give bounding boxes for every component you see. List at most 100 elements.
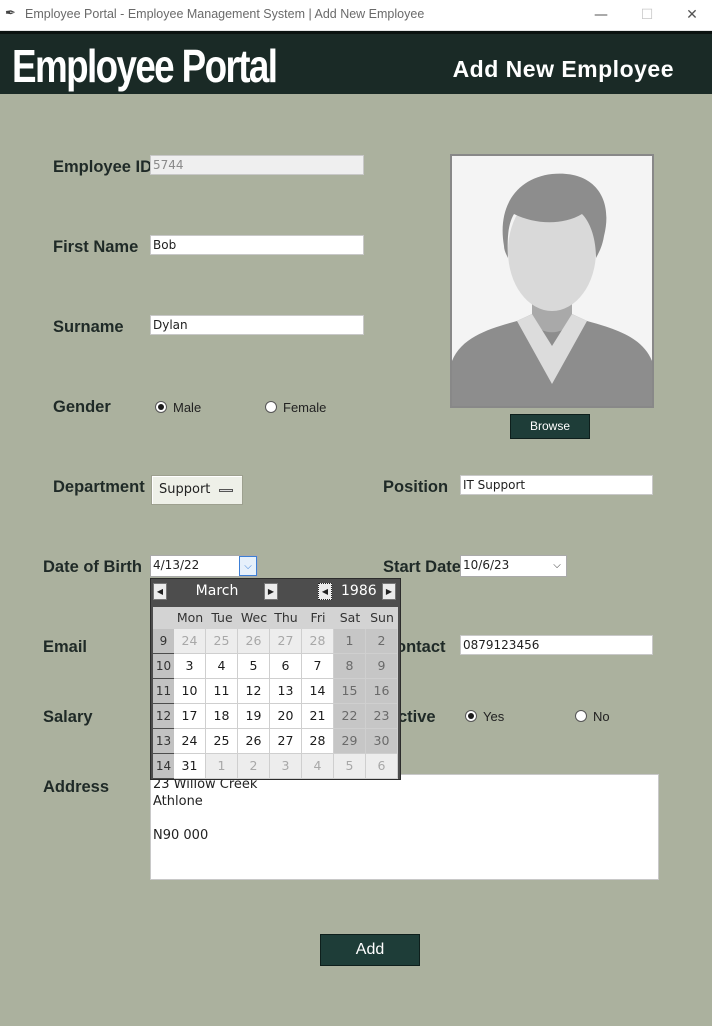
address-label: Address	[43, 778, 110, 796]
address-textarea[interactable]: 23 Willow Creek Athlone N90 000	[150, 774, 659, 880]
calendar-day[interactable]: 13	[270, 679, 302, 704]
calendar-day[interactable]: 27	[270, 629, 302, 654]
calendar-day[interactable]: 12	[238, 679, 270, 704]
weekday-header: Sat	[334, 607, 366, 629]
calendar-day[interactable]: 16	[366, 679, 398, 704]
active-label: ctive	[398, 708, 436, 726]
department-value: Support	[159, 482, 211, 497]
calendar-day[interactable]: 27	[270, 729, 302, 754]
avatar-placeholder-icon	[452, 156, 652, 406]
dropdown-indicator-icon	[219, 489, 233, 492]
weekday-header: Sun	[366, 607, 398, 629]
next-month-icon[interactable]: ▶	[264, 583, 278, 600]
calendar-day[interactable]: 5	[238, 654, 270, 679]
calendar-day[interactable]: 2	[366, 629, 398, 654]
email-label: Email	[43, 638, 88, 656]
close-button[interactable]: ✕	[669, 0, 712, 30]
calendar-day[interactable]: 4	[206, 654, 238, 679]
surname-field[interactable]: Dylan	[150, 315, 364, 335]
calendar-day[interactable]: 21	[302, 704, 334, 729]
calendar-day[interactable]: 19	[238, 704, 270, 729]
gender-label: Gender	[53, 398, 111, 416]
calendar-day[interactable]: 24	[174, 729, 206, 754]
start-date-picker[interactable]: 10/6/23 ⌵	[460, 555, 567, 577]
position-field[interactable]: IT Support	[460, 475, 653, 495]
browse-button[interactable]: Browse	[510, 414, 590, 439]
maximize-button[interactable]: ☐	[624, 0, 670, 30]
calendar-day[interactable]: 22	[334, 704, 366, 729]
calendar-day[interactable]: 30	[366, 729, 398, 754]
week-number: 11	[153, 679, 174, 703]
address-line: N90 000	[153, 828, 209, 843]
calendar-day[interactable]: 8	[334, 654, 366, 679]
calendar-day[interactable]: 17	[174, 704, 206, 729]
calendar-day[interactable]: 6	[366, 754, 398, 779]
next-year-icon[interactable]: ▶	[382, 583, 396, 600]
calendar-day[interactable]: 15	[334, 679, 366, 704]
active-yes-radio[interactable]: Yes	[465, 709, 504, 725]
position-label: Position	[383, 478, 449, 496]
week-number: 13	[153, 729, 174, 753]
department-select[interactable]: Support	[151, 475, 243, 505]
weekday-header: Mon	[174, 607, 206, 629]
address-line	[153, 810, 656, 827]
calendar-day[interactable]: 31	[174, 754, 206, 779]
employee-id-field[interactable]: 5744	[150, 155, 364, 175]
calendar-day[interactable]: 24	[174, 629, 206, 654]
first-name-label: First Name	[53, 238, 139, 256]
address-line: Athlone	[153, 794, 203, 809]
week-number: 10	[153, 654, 174, 678]
calendar-day[interactable]: 6	[270, 654, 302, 679]
start-date-label: Start Date	[383, 558, 461, 576]
calendar-day[interactable]: 11	[206, 679, 238, 704]
calendar-day[interactable]: 23	[366, 704, 398, 729]
calendar-day[interactable]: 25	[206, 629, 238, 654]
calendar-day[interactable]: 5	[334, 754, 366, 779]
calendar-month: March	[195, 583, 239, 599]
contact-field[interactable]: 0879123456	[460, 635, 653, 655]
surname-label: Surname	[53, 318, 124, 336]
calendar-day[interactable]: 29	[334, 729, 366, 754]
chevron-down-icon[interactable]: ⌵	[239, 556, 257, 576]
calendar-day[interactable]: 28	[302, 729, 334, 754]
weekday-header: Thu	[270, 607, 302, 629]
minimize-button[interactable]: —	[578, 0, 624, 30]
weekday-header: Tue	[206, 607, 238, 629]
weekday-header: Wec	[238, 607, 270, 629]
date-of-birth-picker[interactable]: 4/13/22 ⌵	[150, 555, 258, 577]
weekday-header: Fri	[302, 607, 334, 629]
calendar-day[interactable]: 25	[206, 729, 238, 754]
calendar-day[interactable]: 14	[302, 679, 334, 704]
calendar-day[interactable]: 9	[366, 654, 398, 679]
app-header: Employee Portal Add New Employee	[0, 31, 712, 94]
gender-male-radio[interactable]: Male	[155, 400, 201, 416]
prev-month-icon[interactable]: ◀	[153, 583, 167, 600]
calendar-day[interactable]: 18	[206, 704, 238, 729]
week-number: 9	[153, 629, 174, 653]
first-name-field[interactable]: Bob	[150, 235, 364, 255]
add-button[interactable]: Add	[320, 934, 420, 966]
calendar-day[interactable]: 20	[270, 704, 302, 729]
calendar-day[interactable]: 26	[238, 629, 270, 654]
calendar-day[interactable]: 4	[302, 754, 334, 779]
calendar-day[interactable]: 1	[206, 754, 238, 779]
employee-id-label: Employee ID	[53, 158, 153, 176]
window-title: Employee Portal - Employee Management Sy…	[25, 7, 425, 21]
calendar-day[interactable]: 7	[302, 654, 334, 679]
week-number: 14	[153, 754, 174, 778]
active-no-radio[interactable]: No	[575, 709, 610, 725]
calendar-year: 1986	[341, 583, 377, 599]
radio-selected-icon	[465, 710, 477, 722]
salary-label: Salary	[43, 708, 93, 726]
calendar-day[interactable]: 26	[238, 729, 270, 754]
calendar-day[interactable]: 3	[270, 754, 302, 779]
chevron-down-icon[interactable]: ⌵	[548, 556, 566, 576]
gender-female-radio[interactable]: Female	[265, 400, 326, 416]
calendar-day[interactable]: 28	[302, 629, 334, 654]
week-number: 12	[153, 704, 174, 728]
calendar-day[interactable]: 1	[334, 629, 366, 654]
calendar-day[interactable]: 3	[174, 654, 206, 679]
prev-year-icon[interactable]: ◀	[318, 583, 332, 600]
calendar-day[interactable]: 2	[238, 754, 270, 779]
calendar-day[interactable]: 10	[174, 679, 206, 704]
